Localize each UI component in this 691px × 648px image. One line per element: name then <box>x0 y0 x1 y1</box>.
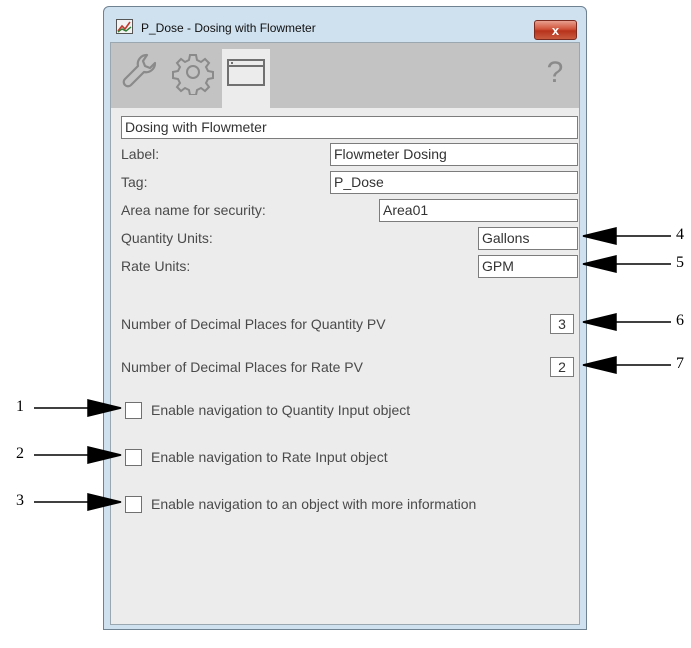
window-icon <box>227 59 265 86</box>
callout-7: 7 <box>676 355 684 372</box>
title-bar[interactable]: P_Dose - Dosing with Flowmeter x <box>104 7 586 41</box>
app-icon <box>116 19 133 34</box>
tag-caption: Tag: <box>121 174 148 190</box>
toolbar: ? <box>111 43 579 108</box>
faceplate-panel: ? Dosing with Flowmeter Label: Flowmeter… <box>110 42 580 625</box>
checkbox-row-rate-nav[interactable]: Enable navigation to Rate Input object <box>125 446 388 468</box>
decimal-qty-field[interactable]: 3 <box>550 314 574 334</box>
tag-field[interactable]: P_Dose <box>330 171 578 194</box>
help-button[interactable]: ? <box>541 53 569 93</box>
close-button[interactable]: x <box>534 20 577 40</box>
callout-1: 1 <box>16 398 24 415</box>
area-field[interactable]: Area01 <box>379 199 578 222</box>
decimal-rate-field[interactable]: 2 <box>550 357 574 377</box>
gear-icon <box>172 54 214 96</box>
tab-engineering[interactable] <box>169 49 217 96</box>
rate-units-caption: Rate Units: <box>121 258 191 274</box>
rate-nav-label: Enable navigation to Rate Input object <box>151 449 388 465</box>
decimal-qty-caption: Number of Decimal Places for Quantity PV <box>121 316 386 332</box>
callout-4: 4 <box>676 226 684 243</box>
info-nav-label: Enable navigation to an object with more… <box>151 496 477 512</box>
quantity-nav-label: Enable navigation to Quantity Input obje… <box>151 402 411 418</box>
wrench-icon <box>122 53 157 88</box>
callout-2: 2 <box>16 445 24 462</box>
label-caption: Label: <box>121 146 160 162</box>
rate-nav-checkbox[interactable] <box>125 448 142 466</box>
rate-units-field[interactable]: GPM <box>478 255 578 278</box>
area-caption: Area name for security: <box>121 202 266 218</box>
quantity-units-field[interactable]: Gallons <box>478 227 578 250</box>
quantity-nav-checkbox[interactable] <box>125 401 142 419</box>
dialog-window: P_Dose - Dosing with Flowmeter x ? Dosin… <box>103 6 587 630</box>
close-icon: x <box>551 22 560 38</box>
callout-3: 3 <box>16 492 24 509</box>
window-title: P_Dose - Dosing with Flowmeter <box>141 21 316 35</box>
quantity-units-caption: Quantity Units: <box>121 230 213 246</box>
tab-maintenance[interactable] <box>116 49 164 95</box>
tab-configuration[interactable] <box>222 49 270 108</box>
description-field[interactable]: Dosing with Flowmeter <box>121 116 578 139</box>
label-field[interactable]: Flowmeter Dosing <box>330 143 578 166</box>
callout-6: 6 <box>676 312 684 329</box>
checkbox-row-quantity-nav[interactable]: Enable navigation to Quantity Input obje… <box>125 399 410 421</box>
callout-5: 5 <box>676 254 684 271</box>
decimal-rate-caption: Number of Decimal Places for Rate PV <box>121 359 363 375</box>
info-nav-checkbox[interactable] <box>125 495 142 513</box>
checkbox-row-info-nav[interactable]: Enable navigation to an object with more… <box>125 493 476 515</box>
